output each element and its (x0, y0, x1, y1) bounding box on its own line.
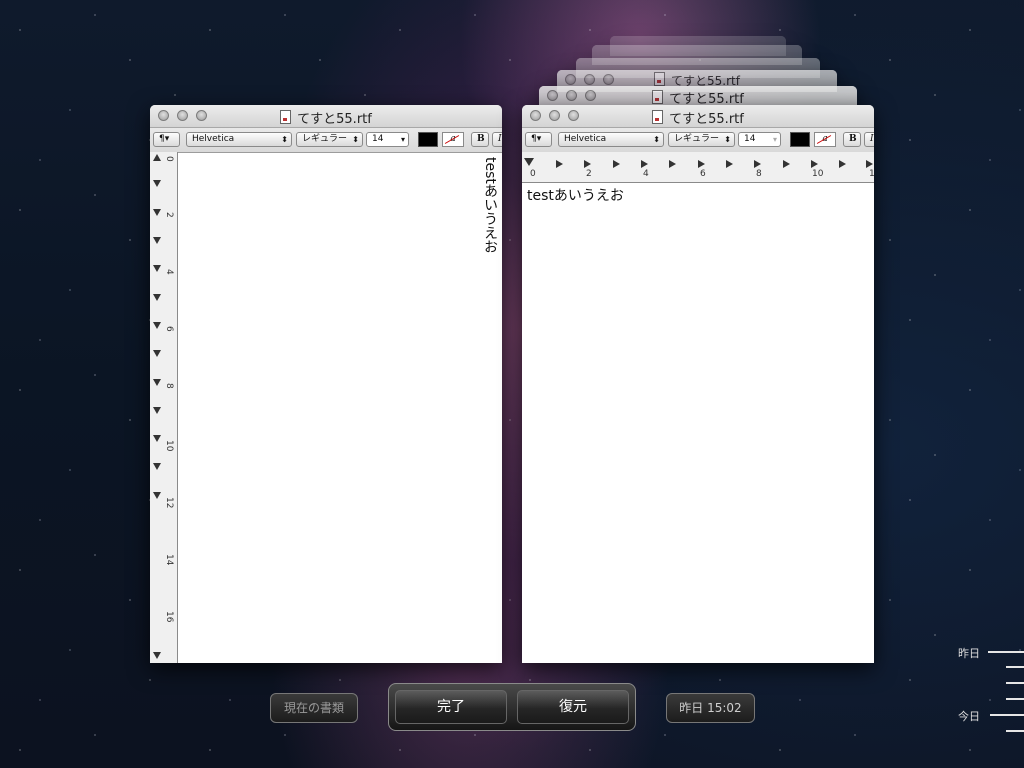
document-text-horizontal[interactable]: testあいうえお (527, 185, 624, 205)
tab-stop-marker[interactable] (153, 463, 161, 470)
tab-stop-marker[interactable] (811, 160, 818, 168)
tab-stop-marker[interactable] (153, 652, 161, 659)
chevron-down-icon: ▾ (772, 135, 777, 144)
ruler-number: 6 (164, 326, 174, 332)
timeline-tick[interactable] (1006, 682, 1024, 684)
tab-stop-marker[interactable] (556, 160, 563, 168)
tab-stop-marker[interactable] (698, 160, 705, 168)
tab-stop-marker[interactable] (153, 407, 161, 414)
tab-stop-marker[interactable] (153, 265, 161, 272)
timeline-tick[interactable] (990, 714, 1024, 716)
document-text-vertical[interactable]: testあいうえお (480, 157, 500, 254)
timeline-tick[interactable] (1006, 666, 1024, 668)
tab-stop-marker[interactable] (866, 160, 873, 168)
tab-stop-marker[interactable] (153, 492, 161, 499)
tab-stop-marker[interactable] (783, 160, 790, 168)
vertical-ruler[interactable]: 0 2 4 6 8 10 12 14 16 (150, 152, 178, 663)
font-style-popup[interactable]: レギュラー ⬍ (668, 132, 735, 147)
document-icon (652, 110, 664, 124)
document-icon (654, 72, 666, 86)
ruler-number: 10 (164, 440, 174, 452)
version-document-window[interactable]: てすと55.rtf ¶▾ Helvetica⬍ レギュラー⬍ 14▾ a B I… (522, 105, 874, 663)
window-titlebar: てすと55.rtf (150, 105, 502, 128)
tab-stop-marker[interactable] (613, 160, 620, 168)
tab-stop-marker[interactable] (726, 160, 733, 168)
timeline-tick[interactable] (1006, 698, 1024, 700)
document-icon (652, 90, 664, 104)
horizontal-ruler[interactable]: 0 2 4 6 8 10 12 (522, 152, 874, 183)
ruler-number: 16 (164, 611, 174, 623)
tab-stop-marker[interactable] (584, 160, 591, 168)
highlight-color-well[interactable]: a (442, 132, 464, 147)
window-titlebar: てすと55.rtf (522, 105, 874, 128)
ruler-number: 0 (164, 156, 174, 162)
tab-stop-marker[interactable] (153, 350, 161, 357)
timeline-label-yesterday[interactable]: 昨日 (958, 645, 980, 661)
bold-button[interactable]: B (471, 132, 489, 147)
font-size-field[interactable]: 14 ▾ (366, 132, 409, 147)
ruler-number: 4 (643, 169, 649, 179)
ruler-number: 0 (530, 169, 536, 179)
done-button[interactable]: 完了 (395, 690, 507, 724)
timeline-tick[interactable] (1006, 730, 1024, 732)
tab-stop-marker[interactable] (153, 435, 161, 442)
text-color-well[interactable] (418, 132, 438, 147)
font-size-field[interactable]: 14 ▾ (738, 132, 781, 147)
tab-stop-marker[interactable] (754, 160, 761, 168)
tab-stop-marker[interactable] (153, 209, 161, 216)
action-button-group: 完了 復元 (388, 683, 636, 731)
version-timestamp: 昨日 15:02 (666, 693, 755, 723)
chevron-down-icon: ▾ (400, 135, 405, 144)
ruler-number: 14 (164, 554, 174, 566)
timeline-tick[interactable] (988, 651, 1024, 653)
popup-arrow-icon: ⬍ (281, 135, 288, 144)
font-style-popup[interactable]: レギュラー ⬍ (296, 132, 363, 147)
document-icon (280, 110, 292, 124)
ruler-number: 6 (700, 169, 706, 179)
tab-stop-marker[interactable] (153, 322, 161, 329)
ruler-number: 4 (164, 269, 174, 275)
ruler-number: 8 (756, 169, 762, 179)
tab-stop-marker[interactable] (153, 180, 161, 187)
font-family-popup[interactable]: Helvetica ⬍ (558, 132, 664, 147)
tab-stop-marker[interactable] (153, 237, 161, 244)
popup-arrow-icon: ⬍ (724, 135, 731, 144)
format-toolbar: ¶▾ Helvetica⬍ レギュラー⬍ 14▾ a B I (150, 128, 502, 153)
ruler-number: 10 (812, 169, 824, 179)
restore-button[interactable]: 復元 (517, 690, 629, 724)
text-color-well[interactable] (790, 132, 810, 147)
ruler-number: 8 (164, 383, 174, 389)
highlight-color-well[interactable]: a (814, 132, 836, 147)
ruler-number: 12 (869, 169, 874, 179)
ruler-number: 2 (586, 169, 592, 179)
bold-button[interactable]: B (843, 132, 861, 147)
current-document-button[interactable]: 現在の書類 (270, 693, 358, 723)
tab-stop-marker[interactable] (839, 160, 846, 168)
ruler-number: 12 (164, 497, 174, 509)
tab-stop-marker[interactable] (153, 154, 161, 161)
tab-stop-marker[interactable] (153, 294, 161, 301)
popup-arrow-icon: ⬍ (352, 135, 359, 144)
ruler-number: 2 (164, 212, 174, 218)
tab-stop-marker[interactable] (641, 160, 648, 168)
tab-stop-marker[interactable] (153, 379, 161, 386)
italic-button[interactable]: I (492, 132, 502, 147)
tab-stop-marker[interactable] (524, 158, 534, 166)
italic-button[interactable]: I (864, 132, 874, 147)
font-family-popup[interactable]: Helvetica ⬍ (186, 132, 292, 147)
window-title: てすと55.rtf (150, 108, 502, 127)
popup-arrow-icon: ⬍ (653, 135, 660, 144)
paragraph-style-popup[interactable]: ¶▾ (153, 132, 180, 147)
timeline-label-today[interactable]: 今日 (958, 708, 980, 724)
window-title: てすと55.rtf (522, 108, 874, 127)
format-toolbar: ¶▾ Helvetica⬍ レギュラー⬍ 14▾ a B I (522, 128, 874, 153)
tab-stop-marker[interactable] (669, 160, 676, 168)
paragraph-style-popup[interactable]: ¶▾ (525, 132, 552, 147)
current-document-window[interactable]: てすと55.rtf ¶▾ Helvetica⬍ レギュラー⬍ 14▾ a B I… (150, 105, 502, 663)
